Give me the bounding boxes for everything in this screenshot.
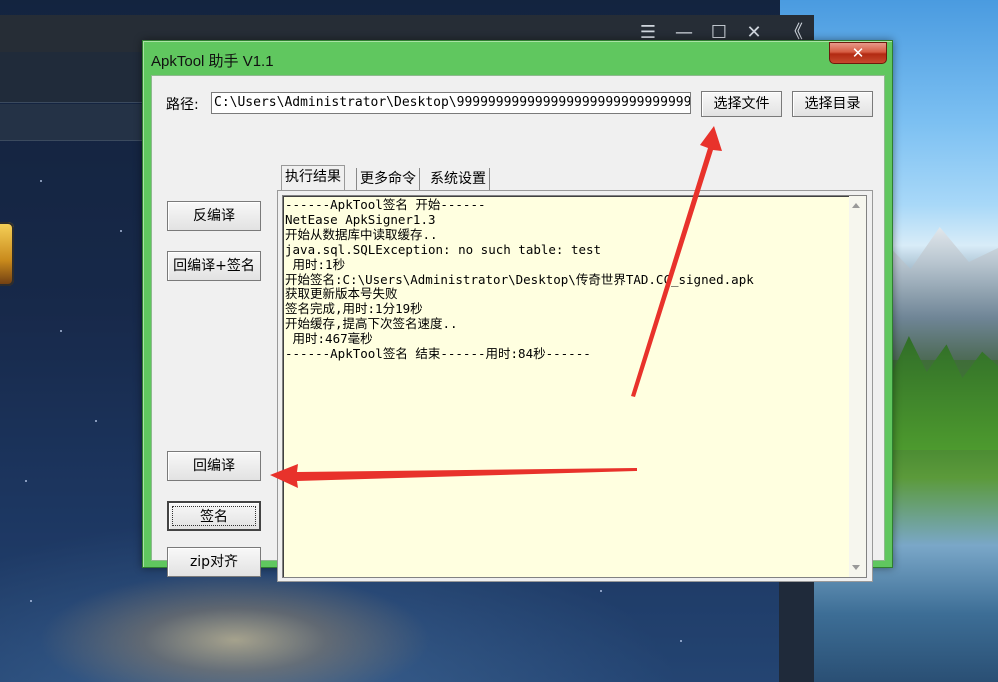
- log-output[interactable]: ------ApkTool签名 开始------ NetEase ApkSigne…: [282, 195, 867, 578]
- scroll-down-icon[interactable]: [852, 565, 860, 570]
- zipalign-button[interactable]: zip对齐: [167, 547, 261, 577]
- log-line: 用时:1秒: [285, 256, 346, 272]
- tab-results[interactable]: 执行结果: [281, 165, 345, 191]
- window-client-area: 路径: C:\Users\Administrator\Desktop\99999…: [151, 75, 885, 582]
- focus-rectangle: [172, 506, 256, 526]
- log-line: ------ApkTool签名 结束------用时:84秒------: [285, 346, 591, 362]
- decompile-button[interactable]: 反编译: [167, 201, 261, 231]
- path-input[interactable]: C:\Users\Administrator\Desktop\999999999…: [211, 92, 691, 114]
- recompile-button[interactable]: 回编译: [167, 451, 261, 481]
- select-directory-button[interactable]: 选择目录: [792, 91, 873, 117]
- star-decoration: [30, 600, 32, 602]
- game-app-icon[interactable]: [0, 222, 14, 286]
- tab-panel: ------ApkTool签名 开始------ NetEase ApkSigne…: [277, 190, 873, 582]
- log-text: ------ApkTool签名 开始------ NetEase ApkSigne…: [285, 197, 845, 362]
- log-line: NetEase ApkSigner1.3: [285, 211, 436, 227]
- star-decoration: [40, 180, 42, 182]
- log-line: 开始签名:C:\Users\Administrator\Desktop\传奇世界…: [285, 271, 754, 287]
- window-title: ApkTool 助手 V1.1: [151, 53, 274, 70]
- apktool-window: ApkTool 助手 V1.1 ✕ 路径: C:\Users\Administr…: [142, 40, 893, 582]
- log-line: 开始缓存,提高下次签名速度..: [285, 316, 458, 332]
- path-label: 路径:: [166, 97, 199, 113]
- star-decoration: [680, 640, 682, 642]
- sign-button[interactable]: 签名: [167, 501, 261, 531]
- tab-system-settings[interactable]: 系统设置: [427, 168, 490, 190]
- star-decoration: [95, 420, 97, 422]
- log-scrollbar[interactable]: [849, 196, 866, 577]
- log-line: 获取更新版本号失败: [285, 286, 398, 302]
- star-decoration: [60, 330, 62, 332]
- log-line: 签名完成,用时:1分19秒: [285, 301, 423, 317]
- log-line: 开始从数据库中读取缓存..: [285, 226, 438, 242]
- scroll-up-icon[interactable]: [852, 203, 860, 208]
- log-line: java.sql.SQLException: no such table: te…: [285, 241, 602, 257]
- log-line: 用时:467毫秒: [285, 331, 373, 347]
- window-close-button[interactable]: ✕: [829, 42, 887, 64]
- log-line: ------ApkTool签名 开始------: [285, 197, 486, 212]
- select-file-button[interactable]: 选择文件: [701, 91, 782, 117]
- star-decoration: [25, 480, 27, 482]
- recompile-and-sign-button[interactable]: 回编译+签名: [167, 251, 261, 281]
- tab-more-commands[interactable]: 更多命令: [356, 168, 420, 190]
- star-decoration: [600, 590, 602, 592]
- star-decoration: [120, 230, 122, 232]
